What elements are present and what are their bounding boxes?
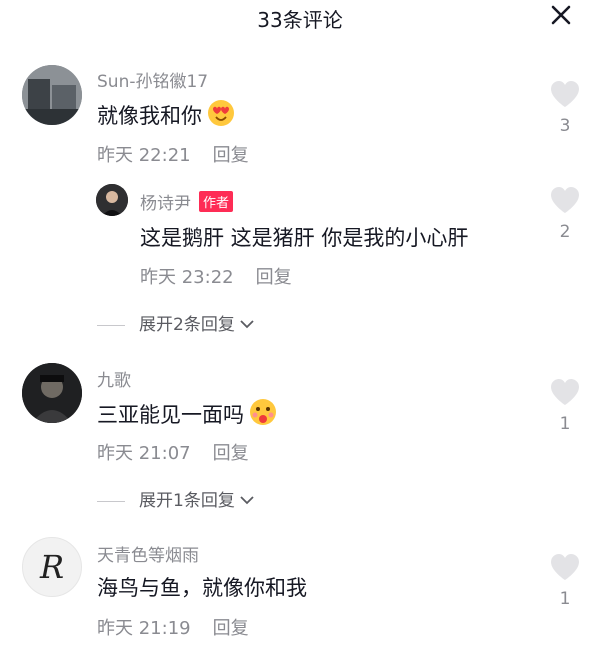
expand-replies-button[interactable]: 展开2条回复: [97, 310, 254, 335]
chevron-down-icon: [240, 320, 254, 329]
reply-button[interactable]: 回复: [213, 145, 249, 166]
comments-count-title: 33条评论: [257, 8, 343, 32]
blowing-kiss-emoji-icon: [248, 397, 278, 432]
like-button[interactable]: 2: [547, 186, 583, 242]
comment-text-content: 就像我和你: [97, 104, 202, 128]
comment-text: 海鸟与鱼，就像你和我: [97, 576, 307, 600]
expand-replies-label: 展开2条回复: [139, 315, 235, 335]
comment-time: 昨天 22:21: [97, 145, 191, 166]
like-button[interactable]: 1: [547, 378, 583, 434]
comment-time: 昨天 21:07: [97, 443, 191, 464]
heart-icon[interactable]: [549, 186, 581, 214]
heart-icon[interactable]: [549, 553, 581, 581]
reply-button[interactable]: 回复: [213, 443, 249, 464]
heart-icon[interactable]: [549, 80, 581, 108]
chevron-down-icon: [240, 496, 254, 505]
like-button[interactable]: 3: [547, 80, 583, 136]
comment-meta: 昨天 22:21 回复: [97, 141, 249, 167]
reply-button[interactable]: 回复: [213, 618, 249, 639]
author-badge: 作者: [199, 191, 234, 212]
heart-eyes-emoji-icon: [206, 98, 236, 133]
avatar-letter: R: [39, 548, 65, 586]
comment-text: 就像我和你: [97, 98, 236, 133]
comments-header: 33条评论: [0, 0, 600, 42]
like-count: 2: [559, 222, 571, 242]
expand-replies-label: 展开1条回复: [139, 491, 235, 511]
heart-icon[interactable]: [549, 378, 581, 406]
avatar[interactable]: [22, 65, 82, 125]
avatar[interactable]: [22, 363, 82, 423]
comment-meta: 昨天 21:07 回复: [97, 439, 249, 465]
reply-meta: 昨天 23:22 回复: [140, 263, 292, 289]
reply-username: 杨诗尹 作者: [140, 189, 234, 214]
like-button[interactable]: 1: [547, 553, 583, 609]
close-icon[interactable]: [548, 2, 574, 28]
like-count: 3: [559, 116, 571, 136]
comment-username[interactable]: 天青色等烟雨: [97, 541, 199, 566]
comment-time: 昨天 21:19: [97, 618, 191, 639]
comment-text-content: 三亚能见一面吗: [97, 403, 244, 427]
like-count: 1: [559, 414, 571, 434]
like-count: 1: [559, 589, 571, 609]
avatar[interactable]: [96, 184, 128, 216]
comment-username[interactable]: Sun-孙铭徽17: [97, 67, 208, 92]
reply-button[interactable]: 回复: [256, 267, 292, 288]
divider-line: [97, 500, 125, 502]
reply-username-text[interactable]: 杨诗尹: [140, 194, 191, 214]
divider-line: [97, 324, 125, 326]
comment-text: 三亚能见一面吗: [97, 397, 278, 432]
expand-replies-button[interactable]: 展开1条回复: [97, 486, 254, 511]
avatar[interactable]: R: [22, 537, 82, 597]
reply-text: 这是鹅肝 这是猪肝 你是我的小心肝: [140, 226, 469, 250]
comment-username[interactable]: 九歌: [97, 366, 131, 391]
reply-time: 昨天 23:22: [140, 267, 234, 288]
comment-meta: 昨天 21:19 回复: [97, 614, 249, 640]
